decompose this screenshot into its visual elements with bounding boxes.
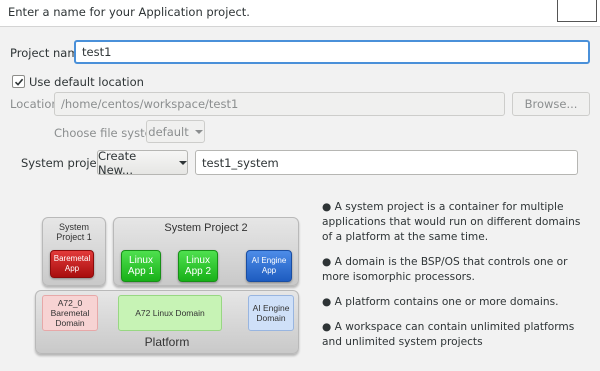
system-project-name-input[interactable] [195, 150, 578, 175]
create-new-label: Create New... [98, 148, 137, 177]
system-project-2-title: System Project 2 [164, 222, 248, 234]
linux-app-1-label: Linux App 1 [127, 255, 155, 277]
linux-domain-block: A72 Linux Domain [118, 295, 222, 331]
info-bullet: ● A workspace can contain unlimited plat… [322, 321, 575, 348]
ai-engine-domain-block: AI Engine Domain [248, 295, 294, 331]
linux-app-1-block: Linux App 1 [121, 250, 161, 282]
ai-engine-app-block: AI Engine App [246, 250, 292, 282]
browse-button[interactable]: Browse... [512, 92, 590, 116]
chevron-down-icon [194, 129, 203, 134]
use-default-location-label[interactable]: Use default location [29, 75, 144, 89]
system-project-diagram: Platform System Project 1 System Project… [30, 212, 300, 362]
info-bullet: ● A platform contains one or more domain… [322, 296, 559, 308]
wizard-header: Enter a name for your Application projec… [0, 0, 600, 27]
platform-title: Platform [144, 335, 190, 349]
header-instruction: Enter a name for your Application projec… [8, 5, 250, 19]
use-default-location-checkbox[interactable] [12, 75, 25, 88]
project-name-input[interactable] [74, 40, 590, 64]
baremetal-app-label: Baremetal App [53, 254, 91, 273]
linux-domain-label: A72 Linux Domain [135, 308, 205, 318]
baremetal-domain-label: A72_0 Baremetal Domain [50, 298, 90, 328]
info-bullet: ● A domain is the BSP/OS that controls o… [322, 256, 568, 283]
baremetal-domain-block: A72_0 Baremetal Domain [42, 295, 98, 331]
location-input[interactable] [54, 92, 505, 116]
create-new-dropdown-button[interactable]: Create New... [97, 148, 188, 177]
linux-app-2-block: Linux App 2 [178, 250, 218, 282]
ai-engine-domain-label: AI Engine Domain [252, 303, 290, 323]
checkmark-icon [14, 78, 24, 86]
ai-engine-app-label: AI Engine App [251, 256, 287, 275]
browse-button-label: Browse... [524, 97, 578, 111]
info-bullets: ● A system project is a container for mu… [322, 200, 584, 360]
chevron-down-icon [179, 160, 187, 165]
file-system-dropdown[interactable]: default [146, 120, 205, 143]
baremetal-app-block: Baremetal App [50, 250, 94, 278]
system-project-1-title: System Project 1 [56, 222, 92, 242]
header-image-frame [557, 0, 597, 22]
file-system-value: default [148, 124, 189, 139]
info-bullet: ● A system project is a container for mu… [322, 201, 581, 243]
linux-app-2-label: Linux App 2 [184, 255, 212, 277]
